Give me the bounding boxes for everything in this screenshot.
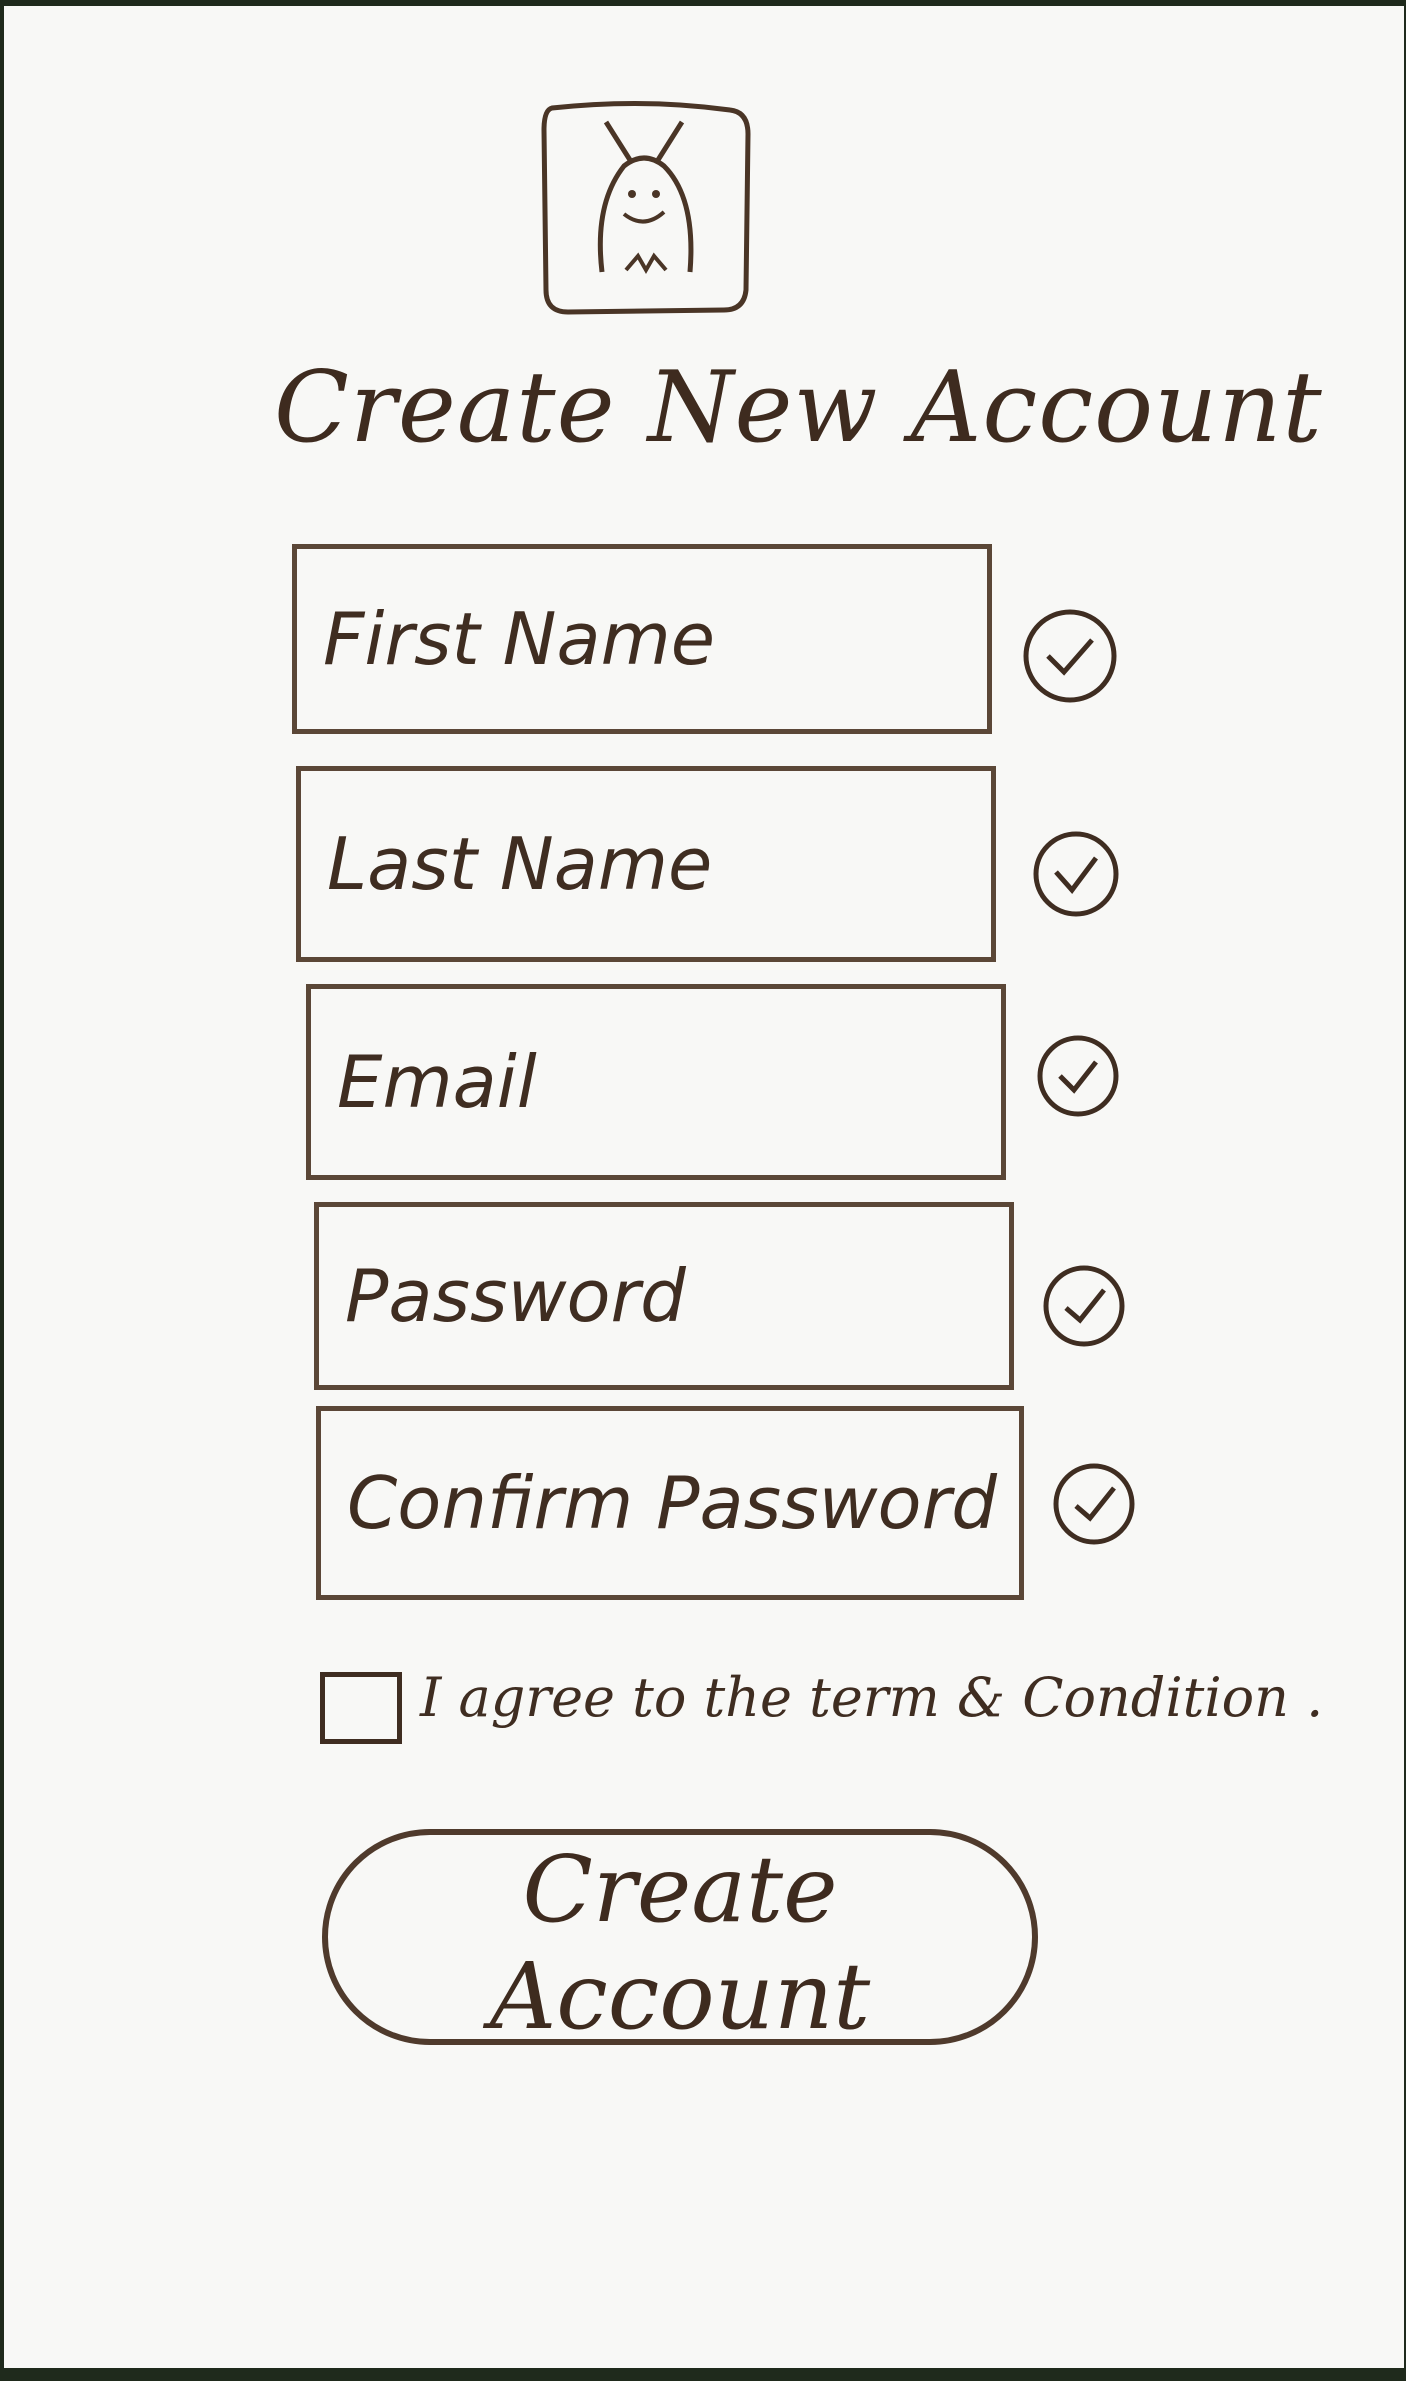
password-check-icon [1043,1265,1125,1347]
create-account-button[interactable]: Create Account [322,1829,1038,2050]
page-title: Create New Account [274,351,1323,465]
app-logo-icon [541,100,751,315]
terms-row[interactable]: I agree to the term & Condition . [320,1666,1323,1756]
terms-label[interactable]: I agree to the term & Condition . [420,1666,1323,1729]
app-screen: Create New Account I agree to the term &… [4,6,1404,2368]
terms-checkbox[interactable] [320,1672,402,1744]
first-name-input[interactable] [292,544,992,734]
confirm-password-input[interactable] [316,1406,1024,1600]
email-input[interactable] [306,984,1006,1180]
email-check-icon [1037,1035,1119,1117]
confirm-password-check-icon [1053,1463,1135,1545]
password-input[interactable] [314,1202,1014,1390]
first-name-check-icon [1023,609,1117,703]
last-name-input[interactable] [296,766,996,962]
last-name-check-icon [1033,831,1119,917]
